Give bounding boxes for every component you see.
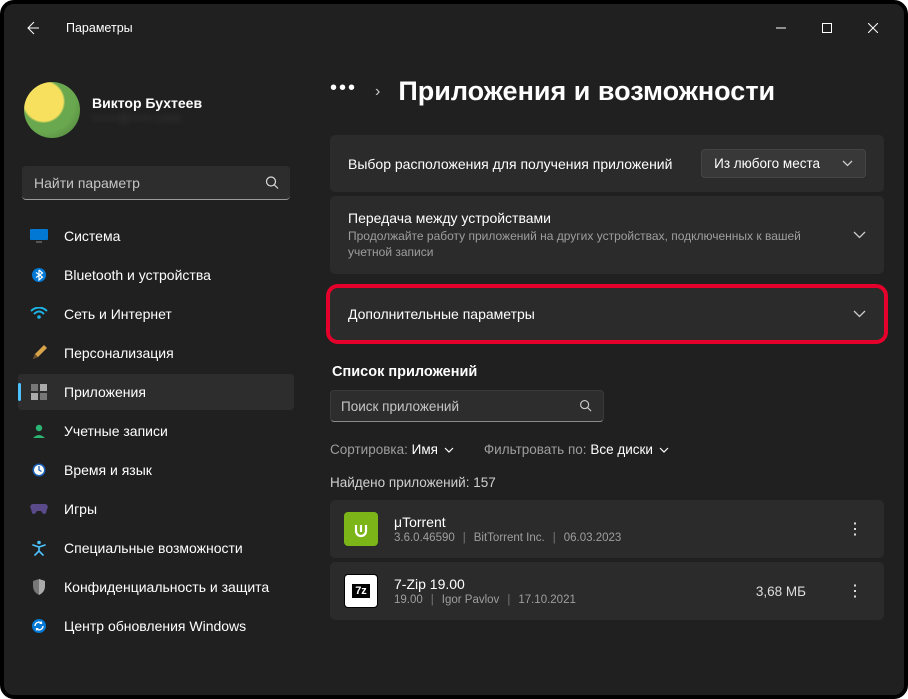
brush-icon: [30, 344, 48, 362]
back-button[interactable]: [18, 14, 46, 42]
sidebar-item-system[interactable]: Система: [18, 218, 294, 254]
chevron-down-icon: [842, 160, 853, 167]
breadcrumb: ••• › Приложения и возможности: [330, 76, 884, 107]
app-icon: [344, 512, 378, 546]
app-source-title: Выбор расположения для получения приложе…: [348, 156, 685, 172]
bluetooth-icon: [30, 266, 48, 284]
update-icon: [30, 617, 48, 635]
app-search[interactable]: [330, 390, 604, 422]
app-search-input[interactable]: [341, 399, 579, 414]
app-source-dropdown[interactable]: Из любого места: [701, 149, 866, 178]
avatar: [24, 82, 80, 138]
shield-icon: [30, 578, 48, 596]
app-meta: 3.6.0.46590| BitTorrent Inc.| 06.03.2023: [394, 532, 824, 544]
cross-device-title: Передача между устройствами: [348, 210, 837, 226]
app-size: 3,68 МБ: [756, 584, 806, 599]
applist-header: Список приложений: [332, 364, 884, 380]
breadcrumb-more[interactable]: •••: [330, 78, 357, 106]
sidebar-item-personalization[interactable]: Персонализация: [18, 335, 294, 371]
search-icon: [265, 176, 280, 191]
window-title: Параметры: [66, 21, 133, 35]
user-email: •••••@••••.com: [92, 111, 202, 125]
app-name: 7-Zip 19.00: [394, 576, 740, 592]
gamepad-icon: [30, 500, 48, 518]
filter-dropdown[interactable]: Все диски: [590, 442, 669, 457]
app-more-button[interactable]: ⋮: [840, 519, 870, 539]
sidebar-item-accessibility[interactable]: Специальные возможности: [18, 530, 294, 566]
search-icon: [579, 399, 593, 413]
more-params-card[interactable]: Дополнительные параметры: [330, 288, 884, 340]
app-meta: 19.00| Igor Pavlov| 17.10.2021: [394, 594, 740, 606]
chevron-down-icon: [853, 310, 866, 318]
user-profile[interactable]: Виктор Бухтеев •••••@••••.com: [18, 52, 294, 156]
app-row-7zip[interactable]: 7z 7-Zip 19.00 19.00| Igor Pavlov| 17.10…: [330, 562, 884, 620]
cross-device-card[interactable]: Передача между устройствами Продолжайте …: [330, 196, 884, 274]
found-count: Найдено приложений: 157: [330, 475, 884, 490]
apps-icon: [30, 383, 48, 401]
user-name: Виктор Бухтеев: [92, 95, 202, 111]
person-icon: [30, 422, 48, 440]
accessibility-icon: [30, 539, 48, 557]
app-icon: 7z: [344, 574, 378, 608]
sort-dropdown[interactable]: Имя: [412, 442, 454, 457]
more-params-title: Дополнительные параметры: [348, 306, 837, 322]
sidebar-item-update[interactable]: Центр обновления Windows: [18, 608, 294, 644]
chevron-down-icon: [853, 231, 866, 239]
wifi-icon: [30, 305, 48, 323]
chevron-right-icon: ›: [375, 83, 380, 101]
clock-icon: [30, 461, 48, 479]
sidebar-item-time[interactable]: Время и язык: [18, 452, 294, 488]
highlighted-region: Дополнительные параметры: [326, 284, 888, 344]
app-row-utorrent[interactable]: μTorrent 3.6.0.46590| BitTorrent Inc.| 0…: [330, 500, 884, 558]
app-source-card[interactable]: Выбор расположения для получения приложе…: [330, 135, 884, 192]
app-more-button[interactable]: ⋮: [840, 581, 870, 601]
app-name: μTorrent: [394, 514, 824, 530]
sidebar-item-apps[interactable]: Приложения: [18, 374, 294, 410]
sort-filter-row: Сортировка: Имя Фильтровать по: Все диск…: [330, 442, 884, 457]
main-content: ••• › Приложения и возможности Выбор рас…: [304, 52, 904, 695]
sidebar-item-privacy[interactable]: Конфиденциальность и защита: [18, 569, 294, 605]
close-button[interactable]: [850, 12, 896, 44]
sidebar-search[interactable]: [22, 166, 290, 200]
display-icon: [30, 227, 48, 245]
sidebar-item-gaming[interactable]: Игры: [18, 491, 294, 527]
page-title: Приложения и возможности: [398, 76, 775, 107]
sidebar-item-accounts[interactable]: Учетные записи: [18, 413, 294, 449]
search-input[interactable]: [22, 166, 290, 200]
titlebar: Параметры: [4, 4, 904, 52]
minimize-button[interactable]: [758, 12, 804, 44]
nav-list: Система Bluetooth и устройства Сеть и Ин…: [18, 218, 294, 644]
sidebar: Виктор Бухтеев •••••@••••.com Система: [4, 52, 304, 695]
maximize-button[interactable]: [804, 12, 850, 44]
sidebar-item-network[interactable]: Сеть и Интернет: [18, 296, 294, 332]
cross-device-subtitle: Продолжайте работу приложений на других …: [348, 228, 837, 260]
sidebar-item-bluetooth[interactable]: Bluetooth и устройства: [18, 257, 294, 293]
